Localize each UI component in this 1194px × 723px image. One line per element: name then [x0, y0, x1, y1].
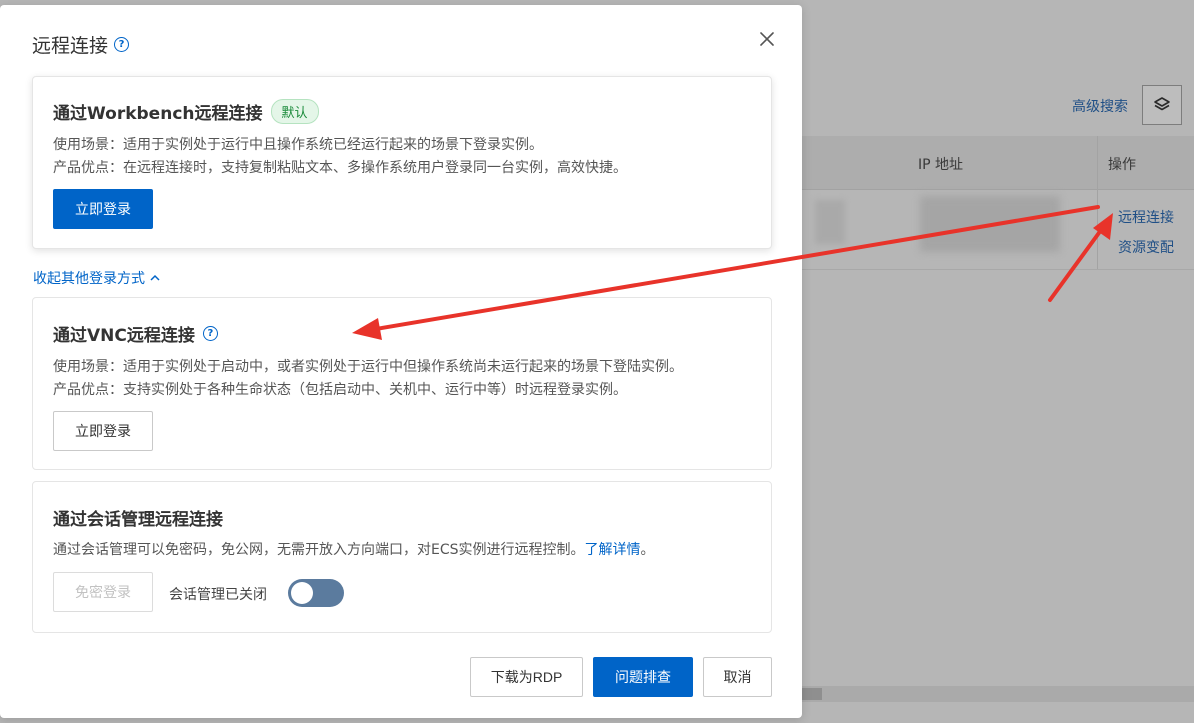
vnc-advantage: 产品优点：支持实例处于各种生命状态（包括启动中、关机中、运行中等）时远程登录实例… [53, 382, 627, 398]
redacted-ip [920, 196, 1060, 252]
session-manager-toggle[interactable] [288, 579, 344, 607]
column-actions: 操作 [1108, 157, 1136, 173]
toggle-knob [291, 582, 313, 604]
session-card-title: 通过会话管理远程连接 [53, 510, 223, 530]
workbench-card: 通过Workbench远程连接 默认 使用场景：适用于实例处于运行中且操作系统已… [32, 76, 772, 249]
workbench-login-button[interactable]: 立即登录 [53, 189, 153, 229]
collapse-link-text: 收起其他登录方式 [33, 271, 145, 287]
advanced-search-link[interactable]: 高级搜索 [1072, 96, 1128, 116]
row-resize-link[interactable]: 资源变配 [1118, 237, 1174, 257]
passwordless-login-button[interactable]: 免密登录 [53, 572, 153, 612]
dialog-title: 远程连接 ? [32, 31, 130, 58]
troubleshoot-button[interactable]: 问题排查 [593, 657, 693, 697]
cancel-button[interactable]: 取消 [703, 657, 772, 697]
remote-connect-dialog: 远程连接 ? 通过Workbench远程连接 默认 使用场景：适用于实例处于运行… [0, 5, 802, 718]
help-icon[interactable]: ? [114, 37, 130, 52]
redacted-cell [815, 200, 845, 244]
workbench-title-text: 通过Workbench远程连接 [53, 104, 263, 124]
learn-more-link[interactable]: 了解详情 [585, 542, 641, 558]
session-description-text: 通过会话管理可以免密码，免公网，无需开放入方向端口，对ECS实例进行远程控制。 [53, 542, 585, 558]
column-ip: IP 地址 [918, 157, 964, 173]
vnc-card: 通过VNC远程连接 ? 使用场景：适用于实例处于启动中，或者实例处于运行中但操作… [32, 297, 772, 470]
close-button[interactable] [755, 27, 779, 51]
learn-more-suffix: 。 [640, 542, 655, 558]
layers-icon [1154, 97, 1170, 111]
download-rdp-button[interactable]: 下载为RDP [470, 657, 583, 697]
close-icon [760, 32, 774, 46]
scrollbar-thumb[interactable] [800, 688, 822, 700]
vnc-scenario: 使用场景：适用于实例处于启动中，或者实例处于运行中但操作系统尚未运行起来的场景下… [53, 359, 683, 375]
chevron-up-icon [150, 274, 160, 281]
vnc-login-button[interactable]: 立即登录 [53, 411, 153, 451]
dialog-title-text: 远程连接 [32, 35, 109, 57]
session-manager-card: 通过会话管理远程连接 通过会话管理可以免密码，免公网，无需开放入方向端口，对EC… [32, 481, 772, 633]
layers-button[interactable] [1142, 85, 1182, 125]
workbench-scenario: 使用场景：适用于实例处于运行中且操作系统已经运行起来的场景下登录实例。 [53, 137, 543, 153]
row-remote-connect-link[interactable]: 远程连接 [1118, 207, 1174, 227]
default-badge: 默认 [270, 99, 319, 124]
vnc-title-text: 通过VNC远程连接 [53, 326, 195, 346]
horizontal-scrollbar[interactable] [800, 686, 1194, 702]
vnc-card-title: 通过VNC远程连接 ? [53, 321, 218, 346]
session-toggle-label: 会话管理已关闭 [169, 587, 267, 603]
workbench-advantage: 产品优点：在远程连接时，支持复制粘贴文本、多操作系统用户登录同一台实例，高效快捷… [53, 160, 627, 176]
workbench-card-title: 通过Workbench远程连接 默认 [53, 99, 319, 124]
collapse-other-methods-link[interactable]: 收起其他登录方式 [33, 268, 161, 288]
vnc-help-icon[interactable]: ? [202, 326, 218, 341]
session-description: 通过会话管理可以免密码，免公网，无需开放入方向端口，对ECS实例进行远程控制。了… [53, 539, 655, 561]
